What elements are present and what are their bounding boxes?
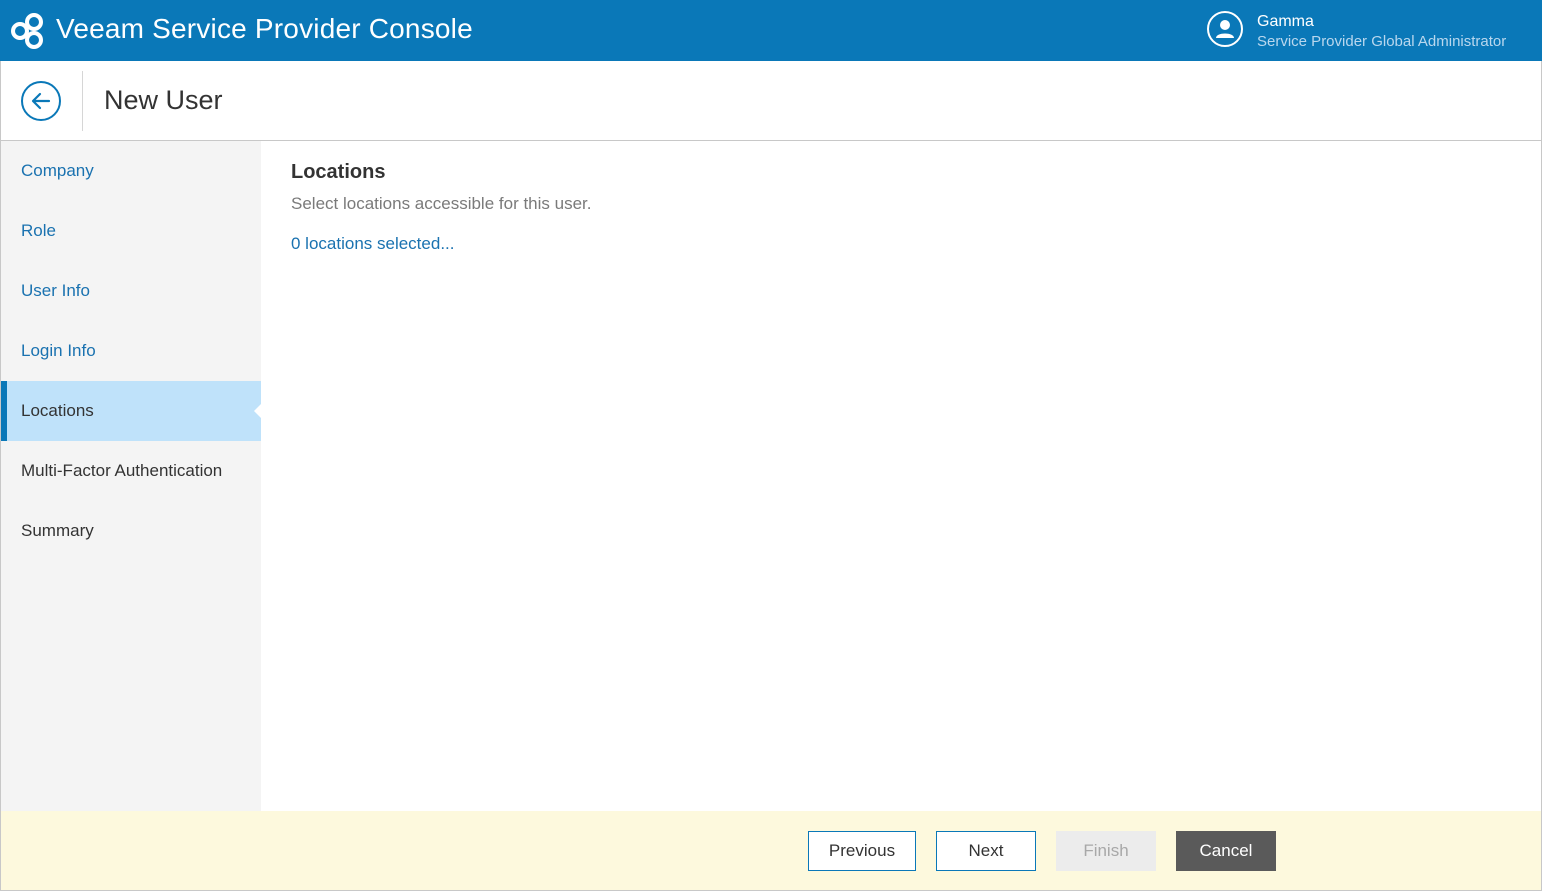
user-name[interactable]: Gamma xyxy=(1257,13,1314,31)
previous-button[interactable]: Previous xyxy=(808,831,916,871)
step-locations-label: Locations xyxy=(21,401,94,420)
step-locations[interactable]: Locations xyxy=(1,381,262,441)
top-bar: Veeam Service Provider Console Gamma Ser… xyxy=(0,0,1542,61)
wizard-footer: Previous Next Finish Cancel xyxy=(0,811,1542,891)
step-user-info[interactable]: User Info xyxy=(1,261,261,321)
back-arrow-icon xyxy=(31,92,51,110)
app-title: Veeam Service Provider Console xyxy=(56,13,473,44)
section-title: Locations xyxy=(291,161,386,183)
step-role[interactable]: Role xyxy=(1,201,261,261)
page-title: New User xyxy=(104,85,223,115)
cancel-button[interactable]: Cancel xyxy=(1176,831,1276,871)
step-login-info[interactable]: Login Info xyxy=(1,321,261,381)
header-divider xyxy=(82,71,83,131)
user-role: Service Provider Global Administrator xyxy=(1257,33,1507,50)
person-icon xyxy=(1216,20,1234,38)
finish-button: Finish xyxy=(1056,831,1156,871)
back-button[interactable] xyxy=(21,81,61,121)
step-company[interactable]: Company xyxy=(1,141,261,201)
page-header: New User xyxy=(0,61,1542,141)
step-multi-factor-authentication: Multi-Factor Authentication xyxy=(21,461,223,480)
user-avatar-icon[interactable] xyxy=(1207,11,1243,47)
wizard-steps-sidebar: Company Role User Info Login Info Locati… xyxy=(0,141,262,811)
section-description: Select locations accessible for this use… xyxy=(291,194,592,213)
veeam-logo-icon xyxy=(11,13,43,49)
main-content: Locations Select locations accessible fo… xyxy=(261,141,1542,811)
step-summary: Summary xyxy=(21,521,94,540)
locations-selected-link[interactable]: 0 locations selected... xyxy=(291,234,454,254)
next-button[interactable]: Next xyxy=(936,831,1036,871)
